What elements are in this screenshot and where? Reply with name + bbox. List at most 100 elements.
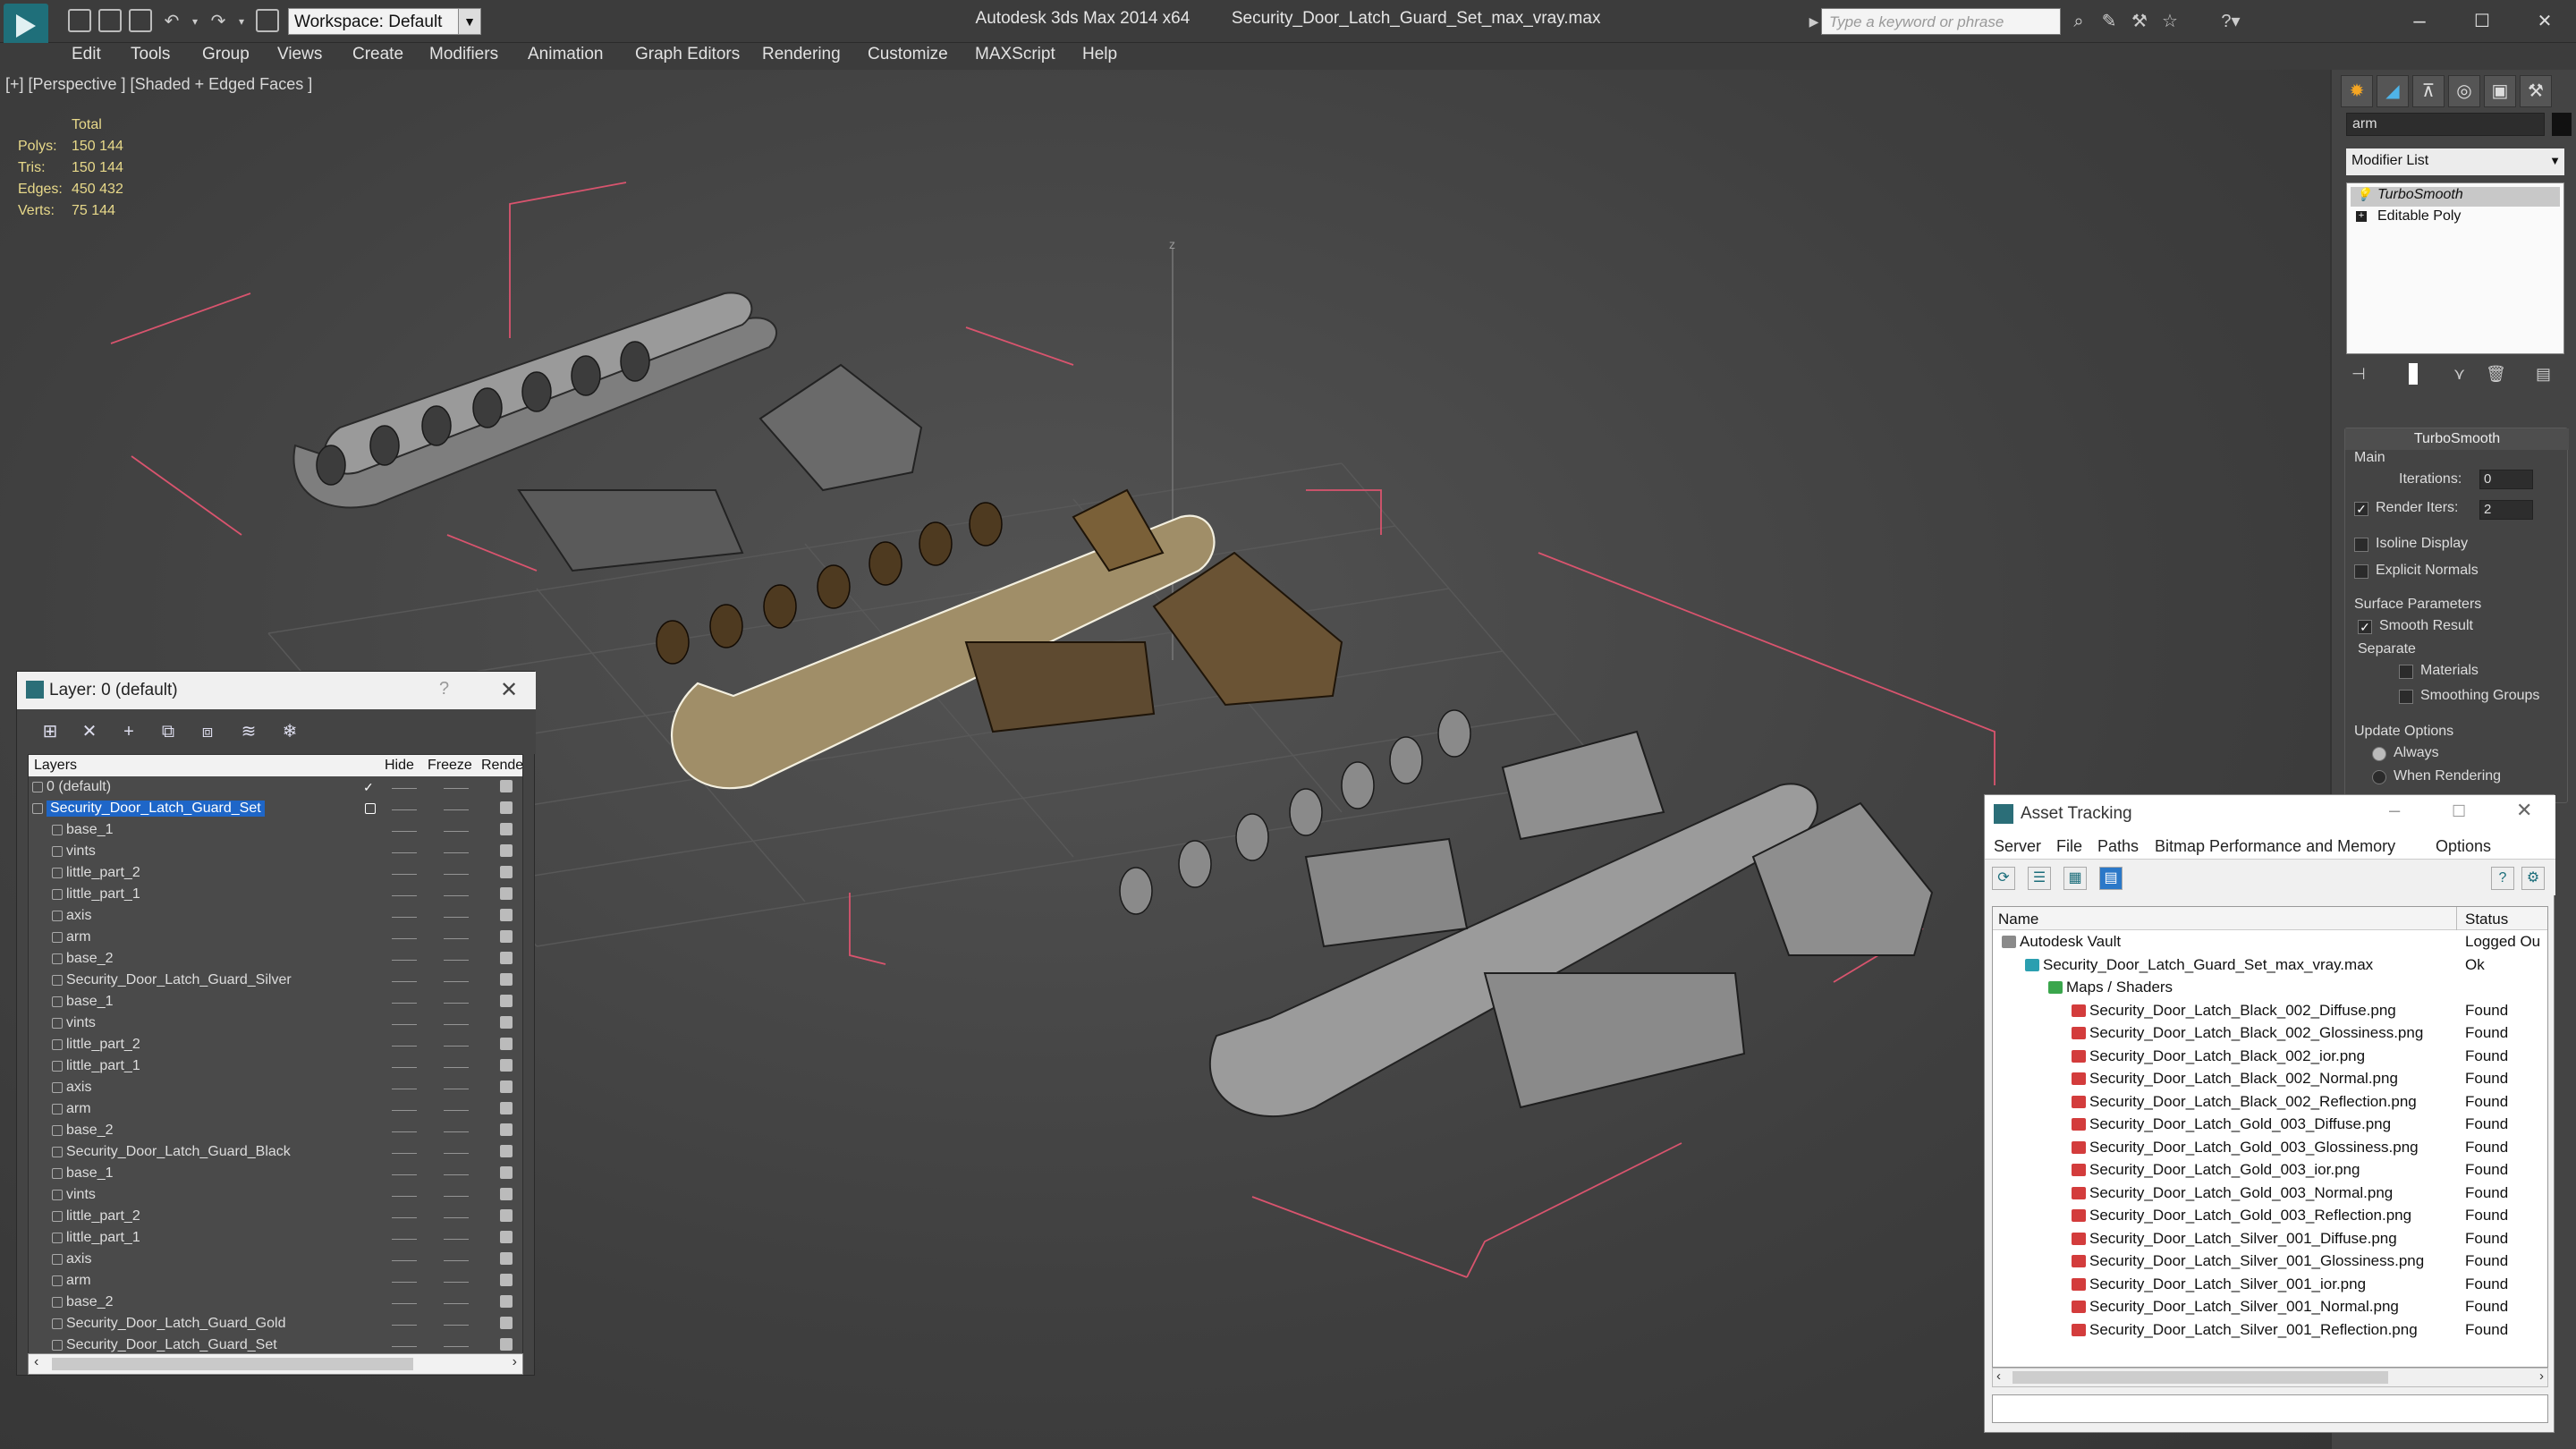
layer-row[interactable]: vints —— ——	[29, 1013, 522, 1034]
render-teapot-icon[interactable]	[500, 823, 513, 835]
render-teapot-icon[interactable]	[500, 1209, 513, 1222]
freeze-toggle[interactable]: ——	[444, 1231, 469, 1245]
object-color-swatch[interactable]	[2552, 113, 2572, 136]
display-tab-icon[interactable]: ▣	[2484, 75, 2516, 107]
render-iters-spinner[interactable]: 2	[2479, 500, 2533, 520]
hide-toggle[interactable]: ——	[392, 995, 417, 1009]
freeze-toggle[interactable]: ——	[444, 1059, 469, 1073]
asset-row[interactable]: Security_Door_Latch_Silver_001_Normal.pn…	[1993, 1295, 2547, 1318]
hide-toggle[interactable]: ——	[392, 1252, 417, 1267]
asset-row[interactable]: Security_Door_Latch_Black_002_Reflection…	[1993, 1090, 2547, 1114]
hide-toggle[interactable]: ——	[392, 1038, 417, 1052]
asset-row[interactable]: Security_Door_Latch_Silver_001_Diffuse.p…	[1993, 1227, 2547, 1250]
render-teapot-icon[interactable]	[500, 1338, 513, 1351]
asset-row[interactable]: Security_Door_Latch_Black_002_Glossiness…	[1993, 1021, 2547, 1045]
settings-icon[interactable]: ⚙	[2521, 867, 2545, 890]
layer-row[interactable]: axis —— ——	[29, 1077, 522, 1098]
asset-row[interactable]: Security_Door_Latch_Gold_003_Reflection.…	[1993, 1204, 2547, 1227]
asset-menu-paths[interactable]: Paths	[2097, 837, 2139, 856]
freeze-toggle[interactable]: ——	[444, 909, 469, 923]
freeze-toggle[interactable]: ——	[444, 1123, 469, 1138]
maximize-button[interactable]: ☐	[2460, 5, 2504, 38]
hide-toggle[interactable]: ——	[392, 1123, 417, 1138]
asset-hscrollbar[interactable]: ‹ ›	[1992, 1368, 2548, 1387]
render-teapot-icon[interactable]	[500, 930, 513, 943]
close-button[interactable]: ✕	[2516, 799, 2532, 822]
scroll-right-icon[interactable]: ›	[513, 1354, 517, 1370]
menu-rendering[interactable]: Rendering	[762, 45, 841, 64]
subscription-icon[interactable]: ⚒	[2129, 11, 2150, 32]
modify-tab-icon[interactable]: ◢	[2377, 75, 2409, 107]
freeze-toggle[interactable]: ——	[444, 1295, 469, 1309]
create-tab-icon[interactable]: ✹	[2341, 75, 2373, 107]
render-teapot-icon[interactable]	[500, 1274, 513, 1286]
freeze-toggle[interactable]: ——	[444, 866, 469, 880]
scroll-left-icon[interactable]: ‹	[34, 1354, 38, 1370]
asset-row[interactable]: Security_Door_Latch_Silver_001_Reflectio…	[1993, 1318, 2547, 1342]
layer-row[interactable]: little_part_1 —— ——	[29, 1227, 522, 1249]
minimize-button[interactable]: –	[2397, 5, 2442, 38]
asset-row[interactable]: Security_Door_Latch_Black_002_Diffuse.pn…	[1993, 999, 2547, 1022]
freeze-toggle[interactable]: ——	[444, 1016, 469, 1030]
set-current-layer-icon[interactable]	[365, 803, 376, 814]
thumbnail-view-icon[interactable]: ▦	[2063, 867, 2087, 890]
maximize-button[interactable]: ☐	[2452, 802, 2466, 821]
stack-item-turbosmooth[interactable]: 💡 TurboSmooth	[2351, 187, 2560, 207]
render-teapot-icon[interactable]	[500, 1231, 513, 1243]
pin-stack-icon[interactable]: ⊣	[2351, 365, 2366, 384]
layer-row[interactable]: Security_Door_Latch_Guard_Gold —— ——	[29, 1313, 522, 1335]
expand-plus-icon[interactable]: +	[2356, 211, 2367, 222]
help-icon[interactable]: ?	[2491, 867, 2514, 890]
layer-row[interactable]: axis —— ——	[29, 1249, 522, 1270]
object-name-field[interactable]: arm	[2346, 113, 2545, 136]
asset-row[interactable]: Security_Door_Latch_Gold_003_Diffuse.png…	[1993, 1113, 2547, 1136]
layer-row[interactable]: arm —— ——	[29, 927, 522, 948]
asset-row[interactable]: Security_Door_Latch_Gold_003_Glossiness.…	[1993, 1136, 2547, 1159]
layer-row[interactable]: 0 (default) ✓ —— ——	[29, 776, 522, 798]
close-button[interactable]: ✕	[2522, 5, 2567, 38]
asset-row[interactable]: Security_Door_Latch_Silver_001_Glossines…	[1993, 1250, 2547, 1273]
current-layer-check-icon[interactable]: ✓	[363, 780, 374, 795]
asset-menu-server[interactable]: Server	[1994, 837, 2041, 856]
render-teapot-icon[interactable]	[500, 1016, 513, 1029]
render-teapot-icon[interactable]	[500, 995, 513, 1007]
freeze-toggle[interactable]: ——	[444, 1166, 469, 1181]
hide-toggle[interactable]: ——	[392, 887, 417, 902]
freeze-toggle[interactable]: ——	[444, 823, 469, 837]
layer-row[interactable]: vints —— ——	[29, 1184, 522, 1206]
layer-hscrollbar[interactable]: ‹ ›	[28, 1353, 523, 1375]
menu-group[interactable]: Group	[202, 45, 250, 64]
asset-row[interactable]: Security_Door_Latch_Gold_003_Normal.png F…	[1993, 1182, 2547, 1205]
menu-help[interactable]: Help	[1082, 45, 1117, 64]
asset-row[interactable]: Maps / Shaders	[1993, 976, 2547, 999]
utilities-tab-icon[interactable]: ⚒	[2520, 75, 2552, 107]
modifier-list-dropdown[interactable]: Modifier List	[2346, 148, 2564, 175]
list-view-icon[interactable]: ☰	[2028, 867, 2051, 890]
rollout-header[interactable]: TurboSmooth	[2345, 428, 2569, 450]
freeze-toggle[interactable]: ——	[444, 952, 469, 966]
asset-row[interactable]: Security_Door_Latch_Gold_003_ior.png Foun…	[1993, 1158, 2547, 1182]
render-teapot-icon[interactable]	[500, 1252, 513, 1265]
asset-menu-bitmap-performance[interactable]: Bitmap Performance and Memory	[2155, 837, 2395, 856]
render-teapot-icon[interactable]	[500, 1038, 513, 1050]
hide-toggle[interactable]: ——	[392, 1145, 417, 1159]
isoline-display-checkbox[interactable]	[2354, 538, 2368, 552]
layer-row[interactable]: little_part_1 —— ——	[29, 884, 522, 905]
configure-sets-icon[interactable]: ▤	[2536, 365, 2551, 384]
layer-row[interactable]: Security_Door_Latch_Guard_Set —— ——	[29, 798, 522, 819]
hide-toggle[interactable]: ——	[392, 1295, 417, 1309]
search-input[interactable]: Type a keyword or phrase	[1821, 8, 2061, 35]
hide-toggle[interactable]: ——	[392, 780, 417, 794]
hide-toggle[interactable]: ——	[392, 1102, 417, 1116]
favorites-star-icon[interactable]: ☆	[2159, 11, 2181, 32]
freeze-toggle[interactable]: ——	[444, 1252, 469, 1267]
scroll-thumb[interactable]	[52, 1358, 413, 1370]
asset-row[interactable]: Autodesk Vault Logged Ou	[1993, 930, 2547, 953]
freeze-toggle[interactable]: ——	[444, 1145, 469, 1159]
communication-center-icon[interactable]: ✎	[2098, 11, 2120, 32]
layer-row[interactable]: base_2 —— ——	[29, 1120, 522, 1141]
layer-row[interactable]: little_part_2 —— ——	[29, 862, 522, 884]
asset-row[interactable]: Security_Door_Latch_Black_002_ior.png Fou…	[1993, 1045, 2547, 1068]
layer-dialog-titlebar[interactable]: Layer: 0 (default) ? ✕	[17, 672, 536, 709]
render-teapot-icon[interactable]	[500, 952, 513, 964]
